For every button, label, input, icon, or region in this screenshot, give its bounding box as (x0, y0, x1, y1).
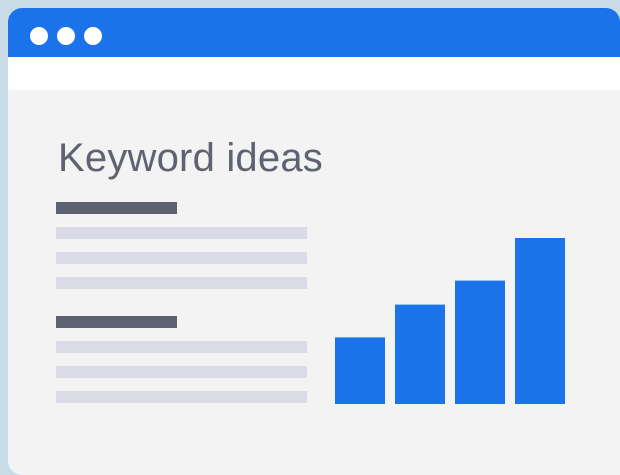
window-titlebar (8, 8, 620, 57)
placeholder-text-line (56, 341, 307, 353)
placeholder-text-line (56, 252, 307, 264)
placeholder-text-line (56, 277, 307, 289)
placeholder-text-line (56, 366, 307, 378)
toolbar-strip (8, 57, 620, 90)
placeholder-text-line (56, 227, 307, 239)
page-title: Keyword ideas (58, 136, 323, 180)
chart-bar (455, 280, 505, 404)
chart-bar (335, 337, 385, 404)
bar-chart (335, 238, 565, 404)
placeholder-heading-bar (56, 202, 177, 214)
browser-window: Keyword ideas (8, 8, 620, 475)
window-dot-icon[interactable] (30, 27, 48, 45)
placeholder-text-line (56, 391, 307, 403)
chart-bar (395, 304, 445, 404)
window-dot-icon[interactable] (84, 27, 102, 45)
chart-bar (515, 238, 565, 404)
placeholder-heading-bar (56, 316, 177, 328)
window-dot-icon[interactable] (57, 27, 75, 45)
